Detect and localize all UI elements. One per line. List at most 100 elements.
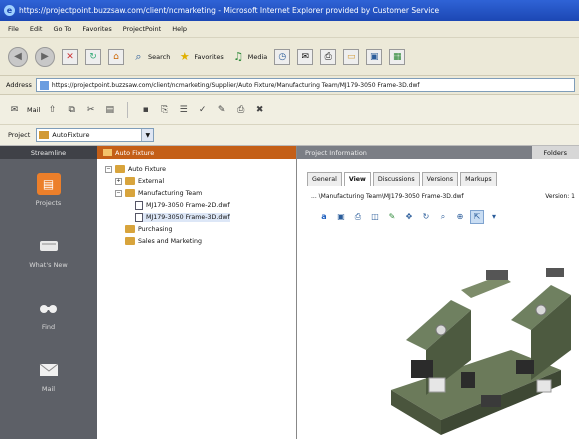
tree-node-auto-fixture[interactable]: − Auto Fixture (105, 165, 166, 173)
sidebar-item-find[interactable]: Find (0, 283, 97, 345)
search-button[interactable]: ⌕ Search (131, 49, 170, 64)
sidebar-item-projects[interactable]: ▤ Projects (0, 159, 97, 221)
printer-icon: ⎙ (324, 51, 332, 62)
mail-icon (37, 359, 61, 381)
window-titlebar: e https://projectpoint.buzzsaw.com/clien… (0, 0, 579, 21)
tree-node-label: External (138, 177, 165, 185)
tree-panel-title: Auto Fixture (115, 148, 155, 157)
zoom-window-icon[interactable]: ⊕ (453, 210, 467, 224)
tree-node-external[interactable]: + External (115, 177, 164, 185)
mail-app-label[interactable]: Mail (27, 106, 40, 114)
copy-icon[interactable]: ⧉ (65, 103, 78, 116)
paste-icon[interactable]: ▤ (103, 103, 116, 116)
link-icon[interactable]: ⎘ (158, 103, 171, 116)
browser-toolbar: ◀ ▶ ✕ ↻ ⌂ ⌕ Search ★ Favorites ♫ Media ◷… (0, 38, 579, 76)
expand-toggle-icon[interactable]: + (115, 177, 122, 185)
history-button[interactable]: ◷ (274, 48, 291, 65)
collapse-toggle-icon[interactable]: − (115, 189, 122, 197)
text-tool-icon[interactable]: a (317, 210, 331, 224)
file-path: ... \Manufacturing Team\MJ179-3050 Frame… (311, 193, 464, 200)
tab-versions[interactable]: Versions (421, 172, 459, 186)
select-icon[interactable]: ⇱ (470, 209, 484, 224)
mail-menu-button[interactable]: ✉ (297, 48, 314, 65)
folder-icon (125, 189, 135, 197)
checkin-icon[interactable]: ✓ (196, 103, 209, 116)
tab-markups[interactable]: Markups (460, 172, 497, 186)
address-input[interactable]: https://projectpoint.buzzsaw.com/client/… (35, 78, 575, 92)
sidebar-item-label: Find (41, 323, 56, 331)
back-button[interactable]: ◀ (8, 46, 28, 67)
file-path-line: ... \Manufacturing Team\MJ179-3050 Frame… (311, 193, 575, 200)
dwf-3d-viewer[interactable] (311, 230, 579, 439)
folder-tree-panel: Auto Fixture − Auto Fixture + External −… (97, 146, 297, 439)
print-button[interactable]: ⎙ (320, 48, 337, 65)
address-label: Address (6, 81, 32, 89)
print-view-icon[interactable]: ⎙ (351, 210, 365, 224)
menu-edit[interactable]: Edit (30, 25, 43, 33)
menu-projectpoint[interactable]: ProjectPoint (123, 25, 161, 33)
menu-help[interactable]: Help (172, 25, 187, 33)
save-icon[interactable]: ▪ (139, 103, 152, 116)
tree-node-manufacturing-team[interactable]: − Manufacturing Team (115, 189, 202, 197)
checkout-icon[interactable]: ✎ (215, 103, 228, 116)
sidebar-item-whats-new[interactable]: What's New (0, 221, 97, 283)
refresh-icon: ↻ (89, 51, 97, 62)
chevron-down-icon[interactable]: ▼ (141, 129, 154, 141)
forward-button[interactable]: ▶ (35, 46, 55, 67)
collapse-toggle-icon[interactable]: − (105, 165, 112, 173)
edit-button[interactable]: ▭ (343, 48, 360, 65)
tree-node-label: MJ179-3050 Frame-2D.dwf (146, 202, 230, 209)
tab-view[interactable]: View (343, 172, 371, 186)
sidebar-header: Streamline (0, 146, 97, 159)
tree-node-label: Manufacturing Team (138, 189, 203, 197)
delete-icon[interactable]: ✖ (253, 103, 266, 116)
more-tools-icon[interactable]: ▾ (487, 210, 501, 224)
media-button[interactable]: ♫ Media (231, 49, 268, 64)
streamline-sidebar: Streamline ▤ Projects What's New Find Ma… (0, 146, 97, 439)
print-app-icon[interactable]: ⎙ (234, 103, 247, 116)
folder-icon (103, 149, 112, 156)
save-view-icon[interactable]: ▣ (334, 210, 348, 224)
project-select[interactable]: AutoFixture ▼ (36, 128, 155, 142)
favorites-button[interactable]: ★ Favorites (177, 49, 224, 64)
menu-goto[interactable]: Go To (53, 25, 71, 33)
project-folder-icon (39, 131, 50, 139)
cut-icon[interactable]: ✂ (84, 103, 97, 116)
tree-node-label: Auto Fixture (128, 165, 167, 173)
zoom-icon[interactable]: ⌕ (436, 210, 450, 224)
tab-discussions[interactable]: Discussions (372, 172, 420, 186)
menu-file[interactable]: File (8, 25, 19, 33)
search-label: Search (148, 52, 171, 61)
pan-icon[interactable]: ✥ (402, 210, 416, 224)
back-arrow-icon: ◀ (14, 51, 22, 62)
media-icon: ♫ (233, 50, 244, 63)
tab-folders[interactable]: Folders (531, 146, 579, 159)
project-info-title[interactable]: Project Information (297, 149, 375, 157)
project-info-header: Project Information Folders (297, 146, 579, 159)
messenger-button[interactable]: ▦ (389, 48, 406, 65)
page-icon (39, 80, 49, 90)
dwf-file-icon (135, 213, 143, 222)
tree-node-purchasing[interactable]: Purchasing (125, 225, 172, 233)
orbit-icon[interactable]: ↻ (419, 210, 433, 224)
upload-icon[interactable]: ⇧ (46, 103, 59, 116)
markup-pen-icon[interactable]: ✎ (385, 210, 399, 224)
stop-button[interactable]: ✕ (62, 48, 78, 65)
refresh-button[interactable]: ↻ (85, 48, 101, 65)
properties-icon[interactable]: ☰ (177, 103, 190, 116)
tree-node-frame-2d[interactable]: MJ179-3050 Frame-2D.dwf (135, 201, 230, 210)
sidebar-item-mail[interactable]: Mail (0, 345, 97, 407)
layers-icon[interactable]: ◫ (368, 210, 382, 224)
history-icon: ◷ (278, 51, 287, 62)
tree-node-frame-3d[interactable]: MJ179-3050 Frame-3D.dwf (135, 213, 230, 222)
tab-general[interactable]: General (307, 172, 342, 186)
discuss-button[interactable]: ▣ (366, 48, 383, 65)
home-button[interactable]: ⌂ (108, 48, 124, 65)
projects-icon: ▤ (36, 173, 61, 195)
tree-node-sales-marketing[interactable]: Sales and Marketing (125, 237, 202, 245)
folder-icon: ▭ (346, 51, 356, 62)
menu-favorites[interactable]: Favorites (82, 25, 111, 33)
search-icon: ⌕ (135, 49, 142, 63)
media-label: Media (247, 52, 268, 61)
viewer-toolbar: a ▣ ⎙ ◫ ✎ ✥ ↻ ⌕ ⊕ ⇱ ▾ (317, 208, 501, 225)
